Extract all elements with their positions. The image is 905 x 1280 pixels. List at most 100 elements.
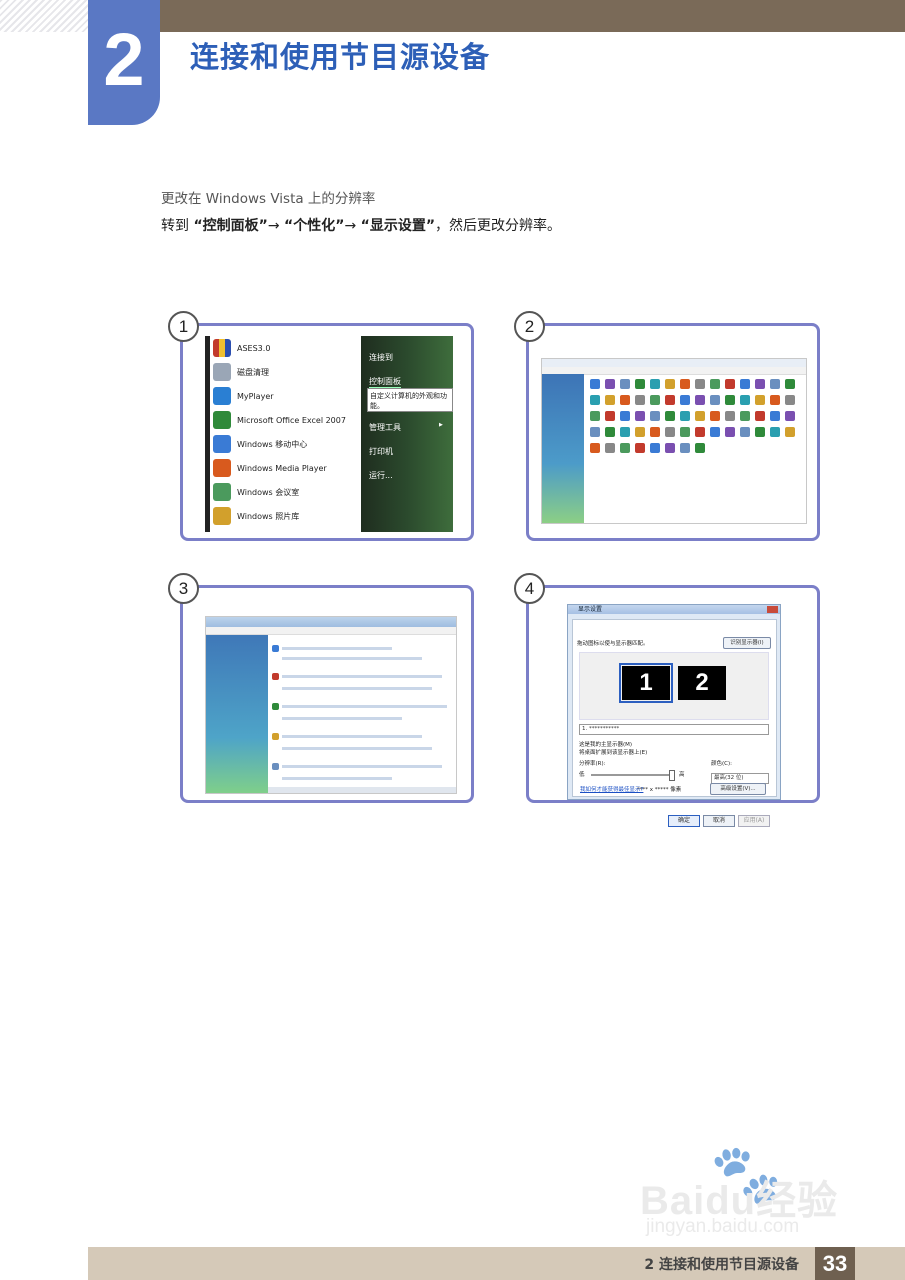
control-panel-item-icon[interactable]: [680, 427, 690, 437]
apply-button[interactable]: 应用(A): [738, 815, 770, 827]
control-panel-item-icon[interactable]: [665, 395, 675, 405]
resolution-slider[interactable]: [591, 774, 673, 776]
content-line: [282, 687, 432, 690]
control-panel-item-icon[interactable]: [725, 395, 735, 405]
window-title: 显示设置: [578, 606, 603, 613]
close-icon[interactable]: [767, 606, 778, 613]
control-panel-item-icon[interactable]: [680, 411, 690, 421]
control-panel-item-icon[interactable]: [695, 379, 705, 389]
control-panel-item-icon[interactable]: [605, 427, 615, 437]
control-panel-item-icon[interactable]: [680, 379, 690, 389]
menu-item[interactable]: 打印机: [369, 446, 393, 457]
display-select[interactable]: 1. ***********: [579, 724, 769, 735]
control-panel-item-icon[interactable]: [695, 427, 705, 437]
menu-item[interactable]: ASES3.0: [213, 337, 270, 359]
control-panel-item-icon[interactable]: [695, 395, 705, 405]
control-panel-item-icon[interactable]: [785, 395, 795, 405]
control-panel-item-icon[interactable]: [710, 411, 720, 421]
control-panel-item-icon[interactable]: [710, 379, 720, 389]
monitor-2[interactable]: 2: [678, 666, 726, 700]
control-panel-item-icon[interactable]: [590, 379, 600, 389]
control-panel-item-icon[interactable]: [770, 427, 780, 437]
menu-item[interactable]: Windows 照片库: [213, 505, 299, 527]
header-pattern: [0, 0, 88, 32]
control-panel-item-icon[interactable]: [740, 411, 750, 421]
footer-chapter-text: 2 连接和使用节目源设备: [644, 1257, 799, 1273]
control-panel-item-icon[interactable]: [785, 427, 795, 437]
control-panel-item-icon[interactable]: [785, 379, 795, 389]
control-panel-item-icon[interactable]: [785, 411, 795, 421]
control-panel-item-icon[interactable]: [740, 395, 750, 405]
cancel-button[interactable]: 取消: [703, 815, 735, 827]
control-panel-item-icon[interactable]: [755, 379, 765, 389]
menu-item[interactable]: 运行...: [369, 470, 393, 481]
control-panel-item-icon[interactable]: [695, 411, 705, 421]
control-panel-item-icon[interactable]: [650, 379, 660, 389]
menu-item[interactable]: MyPlayer: [213, 385, 274, 407]
control-panel-item-icon[interactable]: [620, 427, 630, 437]
control-panel-item-icon[interactable]: [635, 427, 645, 437]
control-panel-item-icon[interactable]: [590, 395, 600, 405]
control-panel-item-icon[interactable]: [665, 411, 675, 421]
control-panel-item-icon[interactable]: [635, 395, 645, 405]
control-panel-item-icon[interactable]: [770, 411, 780, 421]
control-panel-item-icon[interactable]: [755, 395, 765, 405]
step-display-settings: “显示设置”: [360, 218, 436, 234]
advanced-settings-button[interactable]: 高级设置(V)...: [710, 783, 766, 795]
control-panel-item-icon[interactable]: [650, 443, 660, 453]
screenshot-frame-3: [180, 585, 474, 803]
control-panel-item-icon[interactable]: [590, 443, 600, 453]
control-panel-item-icon[interactable]: [725, 427, 735, 437]
control-panel-item-icon[interactable]: [620, 411, 630, 421]
control-panel-item-icon[interactable]: [770, 395, 780, 405]
control-panel-item-icon[interactable]: [605, 379, 615, 389]
menu-item[interactable]: Microsoft Office Excel 2007: [213, 409, 346, 431]
menu-item[interactable]: Windows 会议室: [213, 481, 299, 503]
slider-handle[interactable]: [669, 770, 675, 781]
control-panel-item-icon[interactable]: [665, 443, 675, 453]
primary-monitor-checkbox[interactable]: 这是我的主显示器(M): [579, 740, 632, 748]
control-panel-item-icon[interactable]: [650, 395, 660, 405]
menu-item[interactable]: 连接到: [369, 352, 393, 363]
menu-item-control-panel[interactable]: 控制面板: [369, 376, 401, 388]
control-panel-item-icon[interactable]: [680, 395, 690, 405]
control-panel-item-icon[interactable]: [635, 379, 645, 389]
ok-button[interactable]: 确定: [668, 815, 700, 827]
control-panel-item-icon[interactable]: [620, 395, 630, 405]
menu-item[interactable]: 磁盘清理: [213, 361, 269, 383]
menu-item[interactable]: Windows Media Player: [213, 457, 327, 479]
control-panel-item-icon[interactable]: [770, 379, 780, 389]
control-panel-item-icon[interactable]: [710, 427, 720, 437]
control-panel-item-icon[interactable]: [590, 427, 600, 437]
control-panel-item-icon[interactable]: [605, 443, 615, 453]
menu-item[interactable]: 管理工具: [369, 422, 401, 433]
address-bar: [206, 617, 456, 627]
control-panel-item-icon[interactable]: [710, 395, 720, 405]
control-panel-item-icon[interactable]: [680, 443, 690, 453]
control-panel-item-icon[interactable]: [635, 411, 645, 421]
control-panel-item-icon[interactable]: [665, 379, 675, 389]
monitor-1[interactable]: 1: [619, 663, 673, 703]
control-panel-item-icon[interactable]: [740, 379, 750, 389]
control-panel-item-icon[interactable]: [620, 379, 630, 389]
extend-desktop-checkbox[interactable]: 将桌面扩展到该显示器上(E): [579, 748, 647, 756]
control-panel-item-icon[interactable]: [650, 411, 660, 421]
window-titlebar: 显示设置: [568, 605, 780, 614]
control-panel-item-icon[interactable]: [650, 427, 660, 437]
control-panel-item-icon[interactable]: [620, 443, 630, 453]
help-link[interactable]: 我如何才能获得最佳显示?: [580, 785, 643, 793]
content-line: [282, 747, 432, 750]
control-panel-item-icon[interactable]: [590, 411, 600, 421]
control-panel-item-icon[interactable]: [725, 379, 735, 389]
control-panel-item-icon[interactable]: [695, 443, 705, 453]
control-panel-item-icon[interactable]: [740, 427, 750, 437]
control-panel-item-icon[interactable]: [605, 395, 615, 405]
identify-monitors-button[interactable]: 识别显示器(I): [723, 637, 771, 649]
control-panel-item-icon[interactable]: [605, 411, 615, 421]
control-panel-item-icon[interactable]: [755, 411, 765, 421]
control-panel-item-icon[interactable]: [635, 443, 645, 453]
control-panel-item-icon[interactable]: [755, 427, 765, 437]
control-panel-item-icon[interactable]: [725, 411, 735, 421]
control-panel-item-icon[interactable]: [665, 427, 675, 437]
menu-item[interactable]: Windows 移动中心: [213, 433, 307, 455]
